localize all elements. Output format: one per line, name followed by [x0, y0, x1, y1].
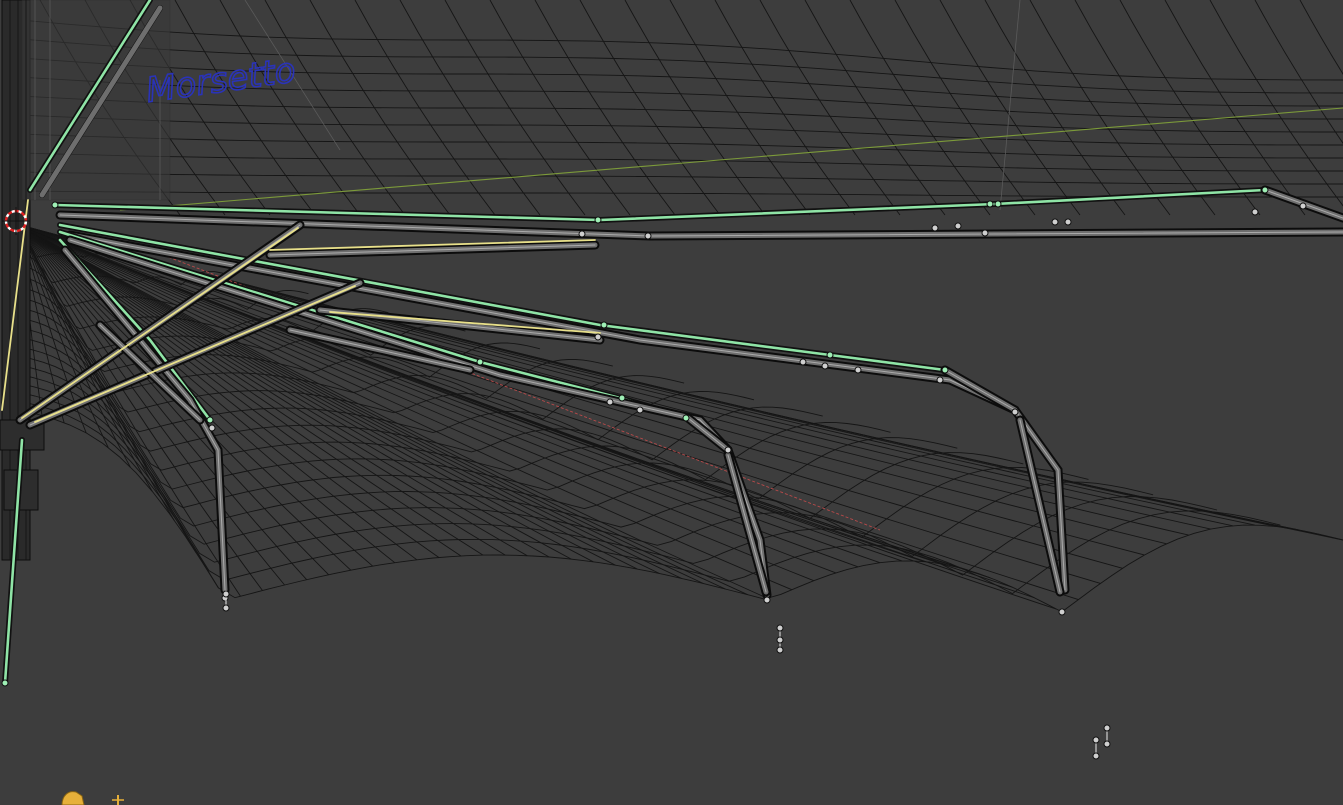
- rib-joint[interactable]: [682, 414, 690, 422]
- rib-joint[interactable]: [644, 232, 652, 240]
- rib-joint[interactable]: [821, 362, 829, 370]
- mesh-radial-upper: [534, 0, 676, 216]
- rib-joint[interactable]: [208, 424, 216, 432]
- rib-joint[interactable]: [606, 398, 614, 406]
- mesh-radial: [19, 224, 1255, 526]
- mesh-radial-upper: [849, 0, 991, 216]
- rib-joint[interactable]: [1051, 218, 1059, 226]
- axis-gizmo-icon: [61, 791, 124, 805]
- rib-joint[interactable]: [600, 321, 608, 329]
- pendant-hook-2[interactable]: [776, 624, 784, 654]
- rib-joint[interactable]: [981, 229, 989, 237]
- rib-joint[interactable]: [1058, 608, 1066, 616]
- rib-joint[interactable]: [1299, 202, 1307, 210]
- rib-joint[interactable]: [1261, 186, 1269, 194]
- mesh-radial-upper: [804, 0, 946, 216]
- rib-joint[interactable]: [854, 366, 862, 374]
- mesh-radial-upper: [1119, 0, 1261, 216]
- mesh-radial-upper: [669, 0, 811, 216]
- rib-joint[interactable]: [51, 201, 59, 209]
- rib-joint[interactable]: [594, 216, 602, 224]
- mesh-radial: [19, 224, 837, 574]
- rib-joint[interactable]: [476, 358, 484, 366]
- rib-joint[interactable]: [941, 366, 949, 374]
- rib-joint[interactable]: [763, 596, 771, 604]
- viewport-scene[interactable]: Morsetto: [0, 0, 1343, 805]
- rib-joint[interactable]: [1251, 208, 1259, 216]
- rib-joint[interactable]: [1064, 218, 1072, 226]
- rib-joint[interactable]: [826, 351, 834, 359]
- rib-joint[interactable]: [724, 446, 732, 454]
- mesh-radial-upper: [714, 0, 856, 216]
- mesh-radial-upper: [579, 0, 721, 216]
- rib-joint[interactable]: [799, 358, 807, 366]
- pendant-hooks[interactable]: [222, 590, 1111, 760]
- pendant-hook-3[interactable]: [1092, 724, 1111, 760]
- rib-joint[interactable]: [618, 394, 626, 402]
- mesh-radial-upper: [174, 0, 316, 216]
- 3d-viewport[interactable]: Morsetto: [0, 0, 1343, 805]
- rib-joint[interactable]: [636, 406, 644, 414]
- mesh-radial-upper: [1299, 0, 1343, 75]
- rib-joint[interactable]: [986, 200, 994, 208]
- mesh-radial-upper: [489, 0, 631, 216]
- mesh-radial-upper: [1254, 0, 1343, 144]
- rib-joint[interactable]: [594, 333, 602, 341]
- mesh-radial-upper: [624, 0, 766, 216]
- rib-joint[interactable]: [994, 200, 1002, 208]
- rib-joint[interactable]: [954, 222, 962, 230]
- mesh-radial-upper: [1209, 0, 1343, 207]
- mesh-ring-upper: [19, 171, 1343, 185]
- mesh-radial-upper: [1164, 0, 1306, 216]
- mesh-radial-upper: [894, 0, 1036, 216]
- mesh-radial-upper: [759, 0, 901, 216]
- rib-joint[interactable]: [936, 376, 944, 384]
- rib-joint[interactable]: [578, 230, 586, 238]
- rib-joint[interactable]: [1011, 408, 1019, 416]
- rib-joint[interactable]: [931, 224, 939, 232]
- rib-joints[interactable]: [51, 186, 1307, 616]
- rib-joint[interactable]: [206, 416, 214, 424]
- rib-low-drop-inner-highlight: [727, 454, 767, 593]
- mesh-ring-upper: [19, 133, 1343, 159]
- mesh-radial-upper: [444, 0, 586, 216]
